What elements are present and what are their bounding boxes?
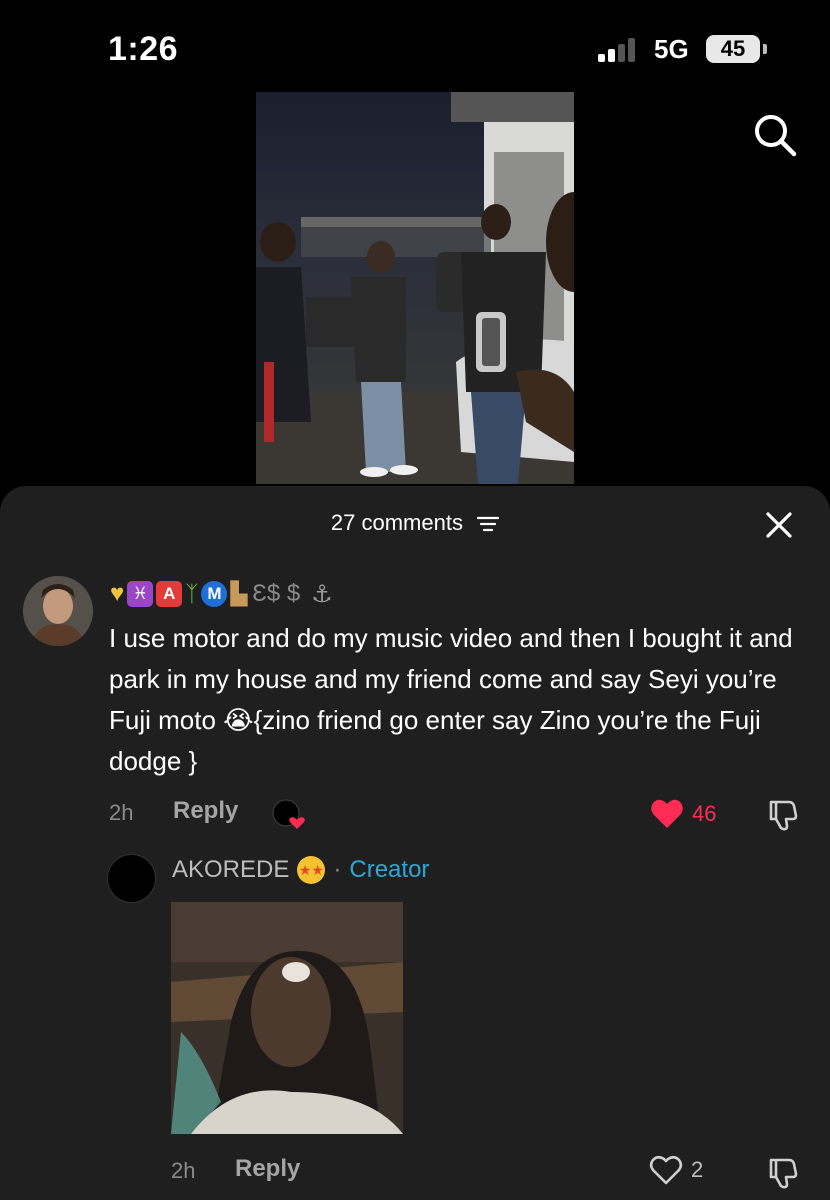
commenter-username[interactable]: ♥ ♓ A ᛉ M ▙ Ɛ$ $ ⚓ xyxy=(110,576,333,612)
heart-outline-icon xyxy=(649,1155,683,1185)
battery-cap xyxy=(763,44,767,54)
network-label: 5G xyxy=(654,34,689,64)
reply-username[interactable]: AKOREDE xyxy=(172,856,289,884)
status-time: 1:26 xyxy=(108,30,179,68)
reply-dislike-icon[interactable] xyxy=(765,1156,799,1190)
dislike-icon[interactable] xyxy=(765,798,799,832)
search-button[interactable] xyxy=(750,110,800,160)
reply-like-count: 2 xyxy=(691,1157,704,1182)
signal-icon xyxy=(598,38,638,62)
comments-header: 27 comments xyxy=(0,486,830,562)
battery-icon: 45 xyxy=(706,35,760,63)
boot-icon: ▙ xyxy=(230,581,248,606)
pisces-icon: ♓ xyxy=(127,581,154,607)
creator-liked-icon xyxy=(272,799,305,829)
reply-button[interactable]: Reply xyxy=(173,797,238,825)
comment-time: 2h xyxy=(109,800,134,825)
heart-icon xyxy=(651,799,683,828)
comments-count[interactable]: 27 comments xyxy=(0,510,830,536)
close-icon xyxy=(766,512,792,538)
comments-count-label: 27 comments xyxy=(330,510,463,535)
close-button[interactable] xyxy=(764,510,794,540)
video-frame xyxy=(256,92,574,484)
reply-like-button[interactable]: 2 xyxy=(649,1154,703,1186)
comments-sheet: 27 comments ♥ ♓ A ᛉ M ▙ Ɛ$ $ ⚓ I use mot… xyxy=(0,486,830,1200)
username-symbols: Ɛ$ $ xyxy=(252,580,301,607)
separator: · xyxy=(333,856,342,883)
metro-icon: M xyxy=(201,581,228,607)
reply-actions: 2h Reply 2 xyxy=(171,1154,811,1190)
filter-icon[interactable] xyxy=(477,516,500,532)
yellow-heart-icon: ♥ xyxy=(110,580,125,607)
status-bar: 1:26 5G 45 xyxy=(0,0,830,90)
reply-username-row: AKOREDE ★★ · Creator xyxy=(172,856,429,884)
star-struck-icon: ★★ xyxy=(297,856,326,884)
comment-actions: 2h Reply 46 xyxy=(109,796,809,832)
anchor-icon: ⚓ xyxy=(311,580,333,608)
seedling-icon: ᛉ xyxy=(185,581,199,606)
reply-image[interactable] xyxy=(171,902,403,1134)
commenter-avatar[interactable] xyxy=(23,576,93,646)
letter-a-icon: A xyxy=(156,581,183,607)
reply-reply-button[interactable]: Reply xyxy=(235,1155,300,1183)
search-icon xyxy=(755,115,797,157)
reply-avatar[interactable] xyxy=(107,854,156,903)
video-player[interactable] xyxy=(256,92,574,484)
reply-time: 2h xyxy=(171,1158,196,1183)
like-count: 46 xyxy=(692,801,717,826)
creator-tag: Creator xyxy=(349,856,430,883)
comment-text: I use motor and do my music video and th… xyxy=(109,623,793,776)
like-button[interactable]: 46 xyxy=(650,796,716,832)
